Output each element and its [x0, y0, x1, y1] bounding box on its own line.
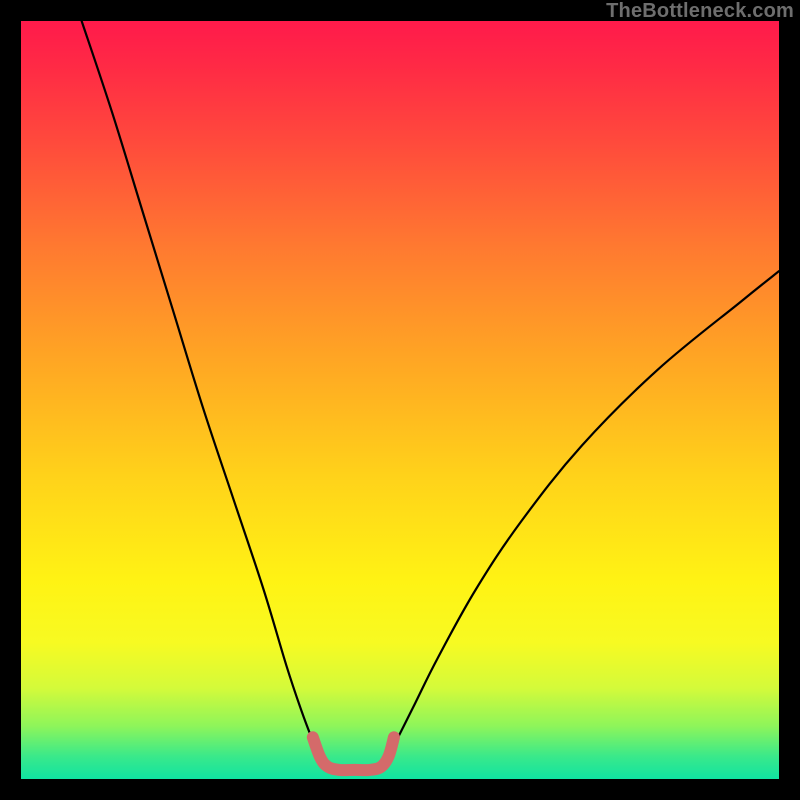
chart-frame: { "watermark": "TheBottleneck.com", "cha…	[0, 0, 800, 800]
chart-overlay	[21, 21, 779, 779]
watermark-text: TheBottleneck.com	[606, 0, 794, 23]
plot-area	[21, 21, 779, 779]
curve-left	[82, 21, 326, 768]
curve-bottom-highlight	[313, 737, 394, 770]
curve-right	[381, 271, 779, 767]
